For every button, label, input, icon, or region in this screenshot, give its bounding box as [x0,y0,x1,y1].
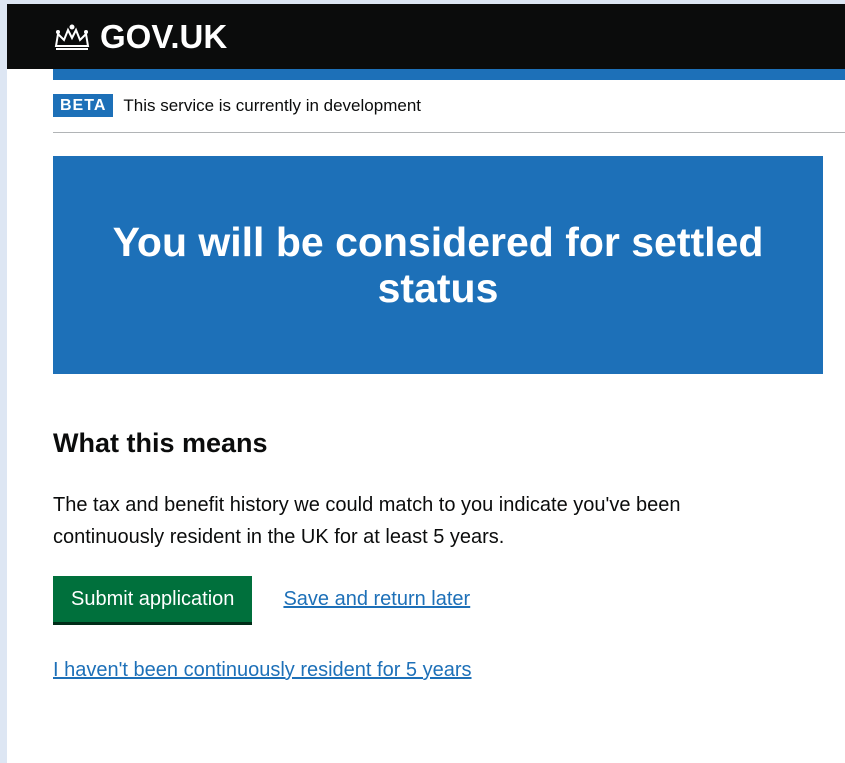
crown-icon [54,24,90,50]
header-accent-bar [53,69,845,80]
panel-title: You will be considered for settled statu… [112,219,764,311]
submit-application-button[interactable]: Submit application [53,576,253,622]
site-header: GOV.UK [7,4,845,69]
logo-text: GOV.UK [100,18,228,55]
page: GOV.UK BETA This service is currently in… [7,4,845,763]
save-and-return-link[interactable]: Save and return later [283,588,470,611]
confirmation-panel: You will be considered for settled statu… [53,156,823,374]
govuk-logo-link[interactable]: GOV.UK [52,18,227,56]
not-continuously-resident-link[interactable]: I haven't been continuously resident for… [53,659,472,682]
phase-banner: BETA This service is currently in develo… [53,94,421,117]
beta-tag: BETA [53,94,114,117]
section-heading: What this means [53,428,268,458]
phase-banner-text: This service is currently in development [123,95,421,115]
action-row: Submit application Save and return later [53,576,470,622]
phase-banner-divider [53,132,845,133]
body-text: The tax and benefit history we could mat… [53,494,681,548]
